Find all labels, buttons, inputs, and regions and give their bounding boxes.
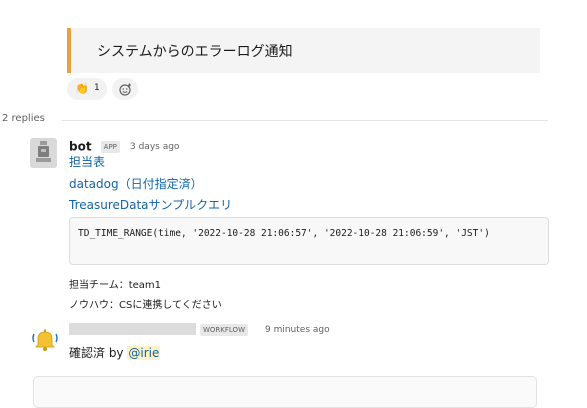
robot-icon (36, 141, 51, 162)
confirm-text: 確認済 by (69, 346, 128, 360)
redacted-sender-name (69, 323, 196, 335)
bell-icon[interactable] (32, 328, 58, 356)
raised-hands-icon: 👏 (75, 82, 89, 95)
workflow-timestamp[interactable]: 9 minutes ago (265, 325, 330, 335)
code-block: TD_TIME_RANGE(time, '2022-10-28 21:06:57… (69, 217, 549, 265)
quote-text: システムからのエラーログ通知 (97, 44, 293, 60)
add-reaction-icon (119, 83, 131, 96)
link-duty-table[interactable]: 担当表 (69, 153, 105, 170)
message-timestamp[interactable]: 3 days ago (130, 142, 179, 152)
link-treasuredata-query[interactable]: TreasureDataサンプルクエリ (69, 196, 232, 213)
workflow-badge: WORKFLOW (200, 324, 248, 336)
quoted-message-block: システムからのエラーログ通知 (67, 28, 540, 73)
bot-message-header: bot APP 3 days ago (69, 136, 179, 154)
app-badge: APP (100, 140, 120, 153)
add-reaction-button[interactable] (112, 78, 138, 100)
replies-divider (62, 120, 548, 121)
sender-name[interactable]: bot (69, 140, 92, 154)
knowhow-line: ノウハウ：CSに連携してください (69, 300, 222, 311)
bot-avatar[interactable] (30, 138, 57, 168)
replies-count[interactable]: 2 replies (2, 113, 45, 124)
confirm-line: 確認済 by @irie (69, 344, 161, 361)
team-line: 担当チーム：team1 (69, 280, 162, 291)
link-datadog[interactable]: datadog（日付指定済） (69, 175, 203, 192)
reaction-count: 1 (94, 83, 100, 93)
quote-accent-bar (67, 28, 71, 73)
reaction-button[interactable]: 👏 1 (67, 78, 107, 100)
user-mention[interactable]: @irie (127, 346, 161, 360)
attachment-box (33, 376, 537, 408)
